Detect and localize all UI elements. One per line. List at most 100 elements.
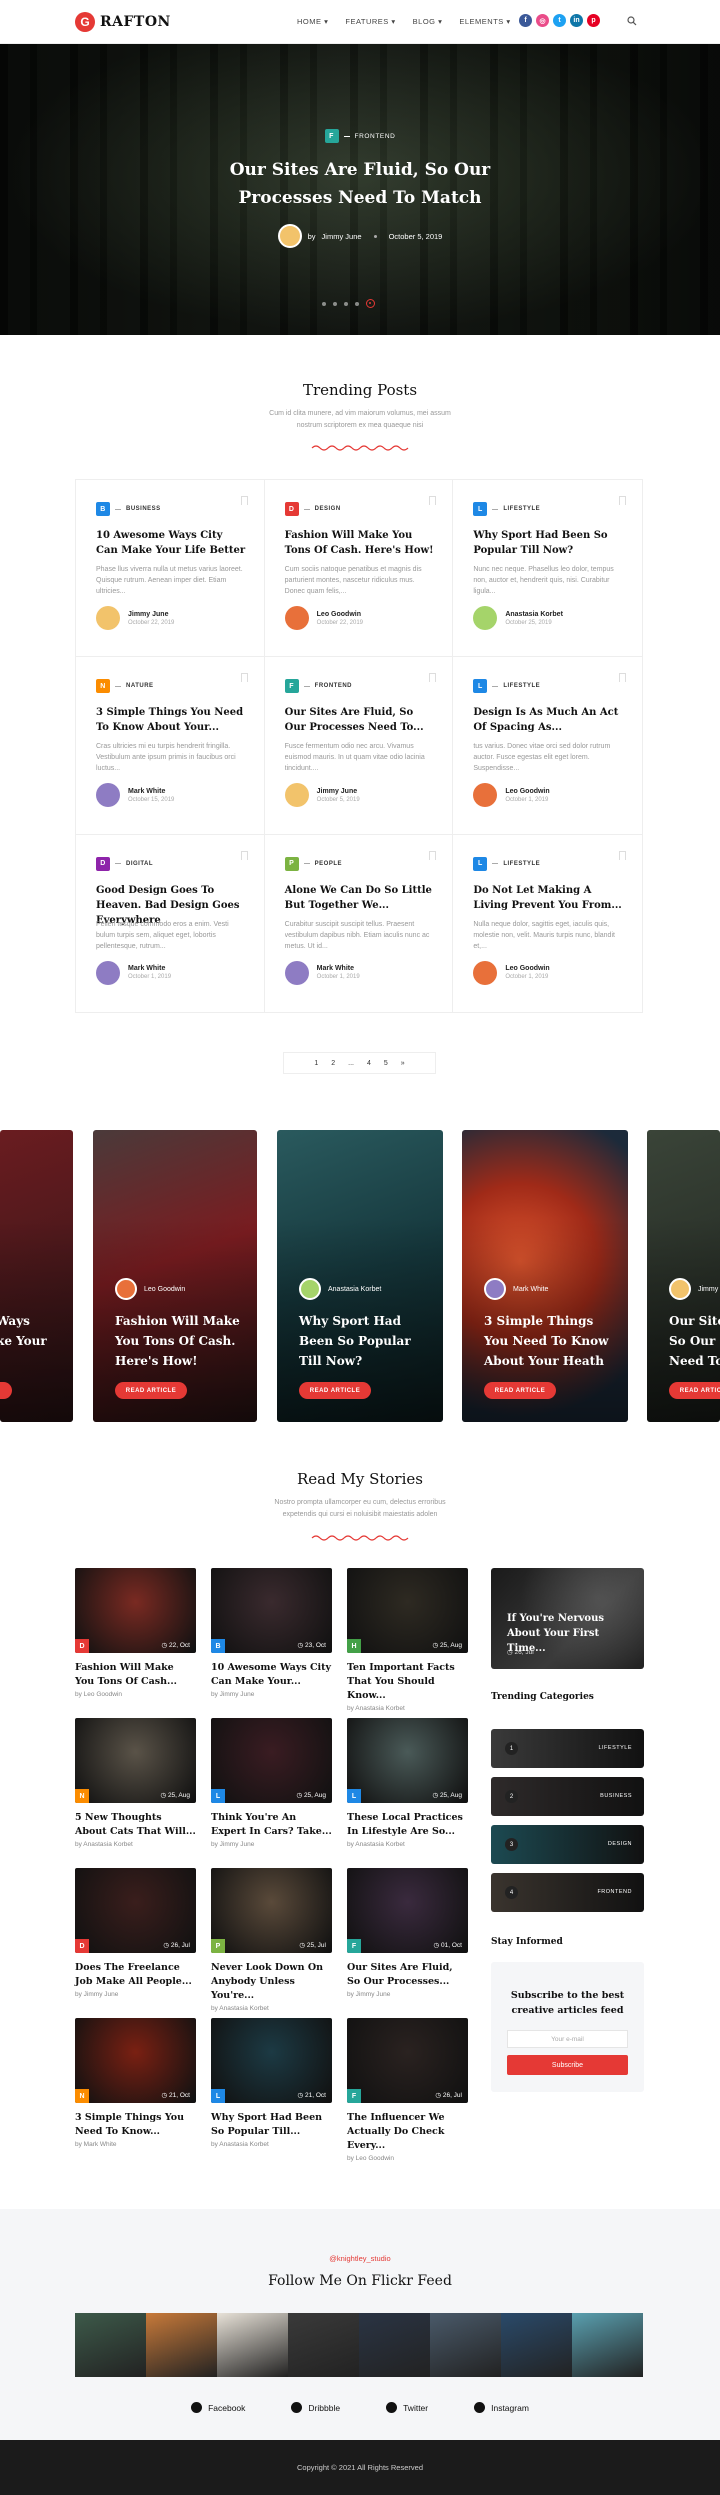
- category-badge[interactable]: N: [75, 2089, 89, 2103]
- subscribe-button[interactable]: Subscribe: [507, 2055, 628, 2075]
- carousel-author[interactable]: Leo Goodwin: [144, 1286, 185, 1293]
- follow-facebook-link[interactable]: Facebook: [191, 2402, 245, 2413]
- story-card[interactable]: D ◷ 26, Jul Does The Freelance Job Make Al…: [75, 1868, 196, 1998]
- category-badge[interactable]: N: [75, 1789, 89, 1803]
- author-name[interactable]: Leo Goodwin: [317, 611, 363, 618]
- author-name[interactable]: Mark White: [128, 788, 174, 795]
- avatar[interactable]: [284, 960, 309, 985]
- follow-instagram-link[interactable]: Instagram: [474, 2402, 529, 2413]
- story-title[interactable]: These Local Practices In Lifestyle Are S…: [347, 1811, 468, 1839]
- hero-category[interactable]: F FRONTEND: [0, 129, 720, 143]
- flickr-photo[interactable]: [75, 2313, 146, 2377]
- avatar[interactable]: [473, 960, 498, 985]
- facebook-icon[interactable]: f: [519, 14, 532, 27]
- story-title[interactable]: Does The Freelance Job Make All People..…: [75, 1961, 196, 1989]
- bookmark-icon[interactable]: [240, 850, 248, 860]
- email-field[interactable]: Your e-mail: [507, 2030, 628, 2048]
- bookmark-icon[interactable]: [619, 496, 626, 505]
- twitter-icon[interactable]: t: [553, 14, 566, 27]
- story-title[interactable]: Why Sport Had Been So Popular Till...: [211, 2111, 332, 2139]
- story-title[interactable]: Our Sites Are Fluid, So Our Processes...: [347, 1961, 468, 1989]
- story-author[interactable]: by Anastasia Korbet: [347, 1705, 468, 1712]
- category-badge[interactable]: F: [347, 2089, 361, 2103]
- story-author[interactable]: by Anastasia Korbet: [211, 2005, 332, 2012]
- story-image[interactable]: F ◷ 01, Oct: [347, 1868, 468, 1953]
- bookmark-icon[interactable]: [619, 850, 626, 860]
- search-icon[interactable]: [627, 16, 637, 26]
- post-card[interactable]: B BUSINESS 10 Awesome Ways City Can Make Y…: [76, 480, 265, 658]
- read-article-button[interactable]: READ ARTICLE: [115, 1382, 187, 1399]
- nav-elements[interactable]: ELEMENTS ▾: [459, 17, 510, 26]
- story-card[interactable]: D ◷ 22, Oct Fashion Will Make You Tons Of …: [75, 1568, 196, 1698]
- bookmark-icon[interactable]: [619, 673, 626, 683]
- story-title[interactable]: The Influencer We Actually Do Check Ever…: [347, 2111, 468, 2153]
- story-image[interactable]: L ◷ 25, Aug: [211, 1718, 332, 1803]
- post-title[interactable]: Why Sport Had Been So Popular Till Now?: [473, 528, 624, 558]
- story-author[interactable]: by Jimmy June: [75, 1991, 196, 1998]
- read-article-button[interactable]: READ ARTICLE: [299, 1382, 371, 1399]
- carousel-author[interactable]: Anastasia Korbet: [328, 1286, 381, 1293]
- author-name[interactable]: Mark White: [317, 965, 360, 972]
- linkedin-icon[interactable]: in: [570, 14, 583, 27]
- pinterest-icon[interactable]: p: [587, 14, 600, 27]
- flickr-handle[interactable]: @knightley_studio: [0, 2254, 720, 2263]
- story-card[interactable]: N ◷ 25, Aug 5 New Thoughts About Cats That…: [75, 1718, 196, 1848]
- avatar[interactable]: [484, 1278, 506, 1300]
- post-category[interactable]: B BUSINESS: [96, 502, 246, 516]
- post-title[interactable]: 3 Simple Things You Need To Know About Y…: [96, 705, 246, 735]
- story-card[interactable]: F ◷ 26, Jul The Influencer We Actually Do …: [347, 2018, 468, 2162]
- avatar[interactable]: [284, 783, 309, 808]
- category-tile[interactable]: 2 BUSINESS: [491, 1777, 644, 1816]
- follow-twitter-link[interactable]: Twitter: [386, 2402, 428, 2413]
- story-image[interactable]: N ◷ 21, Oct: [75, 2018, 196, 2103]
- carousel-author[interactable]: Mark White: [513, 1286, 548, 1293]
- next-page-button[interactable]: »: [401, 1060, 405, 1067]
- flickr-photo[interactable]: [217, 2313, 288, 2377]
- story-author[interactable]: by Anastasia Korbet: [347, 1841, 468, 1848]
- story-card[interactable]: L ◷ 25, Aug Think You're An Expert In Cars…: [211, 1718, 332, 1848]
- avatar[interactable]: [277, 224, 302, 248]
- category-badge[interactable]: F: [347, 1939, 361, 1953]
- story-card[interactable]: F ◷ 01, Oct Our Sites Are Fluid, So Our Pr…: [347, 1868, 468, 1998]
- dribbble-icon[interactable]: ◎: [536, 14, 549, 27]
- category-tile[interactable]: 3 DESIGN: [491, 1825, 644, 1864]
- story-author[interactable]: by Jimmy June: [347, 1991, 468, 1998]
- story-card[interactable]: B ◷ 23, Oct 10 Awesome Ways City Can Make …: [211, 1568, 332, 1698]
- avatar[interactable]: [96, 783, 120, 808]
- story-author[interactable]: by Jimmy June: [211, 1691, 332, 1698]
- carousel-card-title[interactable]: Why Sport Had Been So Popular Till Now?: [299, 1311, 429, 1371]
- slider-dot[interactable]: [333, 301, 337, 306]
- avatar[interactable]: [473, 783, 498, 808]
- post-title[interactable]: Fashion Will Make You Tons Of Cash. Here…: [285, 528, 435, 558]
- hero-title[interactable]: Our Sites Are Fluid, So Our Processes Ne…: [210, 156, 510, 212]
- author-name[interactable]: Jimmy June: [128, 611, 174, 618]
- post-card[interactable]: L LIFESTYLE Why Sport Had Been So Popular …: [453, 480, 642, 658]
- story-author[interactable]: by Leo Goodwin: [347, 2155, 468, 2162]
- post-card[interactable]: F FRONTEND Our Sites Are Fluid, So Our Pro…: [264, 657, 454, 835]
- avatar[interactable]: [669, 1278, 691, 1300]
- nav-home[interactable]: HOME ▾: [297, 17, 328, 26]
- category-badge[interactable]: P: [211, 1939, 225, 1953]
- story-card[interactable]: L ◷ 25, Aug These Local Practices In Lifes…: [347, 1718, 468, 1848]
- slider-dot[interactable]: [355, 301, 359, 306]
- category-tile[interactable]: 4 FRONTEND: [491, 1873, 644, 1912]
- post-title[interactable]: Alone We Can Do So Little But Together W…: [285, 883, 435, 913]
- story-title[interactable]: Think You're An Expert In Cars? Take...: [211, 1811, 332, 1839]
- bookmark-icon[interactable]: [429, 496, 437, 505]
- story-title[interactable]: Ten Important Facts That You Should Know…: [347, 1661, 468, 1703]
- avatar[interactable]: [284, 606, 309, 630]
- story-title[interactable]: Never Look Down On Anybody Unless You're…: [211, 1961, 332, 2003]
- post-card[interactable]: L LIFESTYLE Design Is As Much An Act Of Sp…: [453, 657, 642, 835]
- story-author[interactable]: by Jimmy June: [211, 1841, 332, 1848]
- post-category[interactable]: D DIGITAL: [96, 856, 246, 871]
- bookmark-icon[interactable]: [240, 673, 248, 683]
- story-card[interactable]: H ◷ 25, Aug Ten Important Facts That You S…: [347, 1568, 468, 1712]
- carousel-card[interactable]: Mark White 3 Simple Things You Need To K…: [462, 1130, 628, 1422]
- featured-sidebar-post[interactable]: If You're Nervous About Your First Time.…: [491, 1568, 644, 1669]
- flickr-photo[interactable]: [572, 2313, 643, 2377]
- bookmark-icon[interactable]: [429, 850, 437, 860]
- page-link[interactable]: 2: [331, 1060, 335, 1067]
- flickr-photo[interactable]: [430, 2313, 501, 2377]
- carousel-card-partial-right[interactable]: Jimmy Our Sites So Our P Need To READ AR…: [647, 1130, 720, 1422]
- post-title[interactable]: Good Design Goes To Heaven. Bad Design G…: [96, 883, 246, 926]
